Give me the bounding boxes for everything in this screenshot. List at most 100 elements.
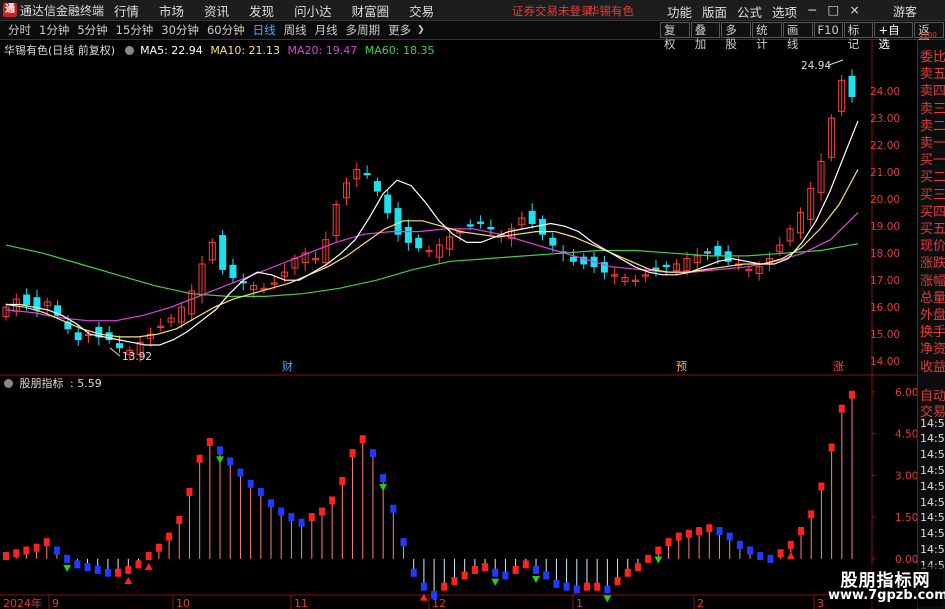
candle-down [415,237,423,249]
indicator-block-up [359,435,366,444]
stock-title: 华锡有色(日线 前复权) [4,44,116,57]
add-watchlist-button[interactable]: +自选 [874,22,914,51]
trade-login-status[interactable]: 证券交易未登录 [512,3,593,19]
indicator-block-up [461,571,468,580]
tab-multi-period[interactable]: 多周期 [342,22,385,38]
tab-60min[interactable]: 60分钟 [203,22,249,38]
indicator-block-down [84,563,91,572]
indicator-block-down [288,513,295,522]
tab-intraday[interactable]: 分时 [4,22,35,38]
indicator-block-up [206,437,213,446]
chart-area[interactable]: 24.0023.0022.0021.0020.0019.0018.0017.00… [0,40,917,609]
ma20-line [5,212,859,322]
chevron-right-icon[interactable]: ❯ [417,25,425,35]
tab-monthly[interactable]: 月线 [311,22,342,38]
low-price-label: 13.92 [122,351,152,363]
tab-30min[interactable]: 30分钟 [157,22,203,38]
indicator-block-down [543,571,550,580]
sell-arrow-icon [491,578,500,586]
indicator-block-down [53,546,60,555]
indicator-block-down [64,554,71,563]
indicator-block-up [145,552,152,561]
side-trade-3: 14:56 [920,432,945,446]
price-tick-label: 16.00 [870,302,900,314]
side-trade-10: 14:56 [920,543,945,556]
tab-5min[interactable]: 5分钟 [73,22,111,38]
guest-user[interactable]: 游客 [893,3,917,20]
indicator-block-down [716,527,723,536]
menu-market[interactable]: 市场 [149,1,194,20]
maximize-button[interactable]: □ [823,2,845,21]
indicator-block-up [349,449,356,458]
menu-layout[interactable]: 版面 [697,2,732,21]
menu-formula[interactable]: 公式 [732,2,767,21]
statistics-button[interactable]: 统计 [752,22,782,51]
menu-ask-xiaoda[interactable]: 问小达 [284,1,342,20]
buy-arrow-icon [144,563,153,571]
side-field-10: 买五 [920,222,945,237]
indicator-block-up [838,404,845,413]
indicator-block-up [818,482,825,491]
tab-weekly[interactable]: 周线 [280,22,311,38]
indicator-block-down [390,504,397,513]
candle-down [373,181,381,192]
right-menu: 功能 版面 公式 选项 − □ × [662,2,865,21]
indicator-block-up [696,527,703,536]
candle-down [569,256,577,262]
menu-options[interactable]: 选项 [767,2,802,21]
menu-news[interactable]: 资讯 [194,1,239,20]
indicator-block-down [247,479,254,488]
draw-line-button[interactable]: 画线 [782,22,813,51]
indicator-tick-label: 4.50 [895,429,917,441]
indicator-block-up [787,540,794,549]
menu-discover[interactable]: 发现 [239,1,284,20]
current-stock-name: 华锡有色 [588,4,634,18]
app-title: 通达信金融终端 [20,3,105,18]
forecast-marker: 预 [676,360,687,373]
indicator-block-down [767,554,774,563]
indicator-title: 股朋指标 [19,377,64,390]
f10-button[interactable]: F10 [813,22,843,38]
tab-more[interactable]: 更多 [384,22,415,38]
indicator-block-down [502,571,509,580]
minimize-button[interactable]: − [802,2,822,21]
high-price-pointer [828,59,844,66]
indicator-tick-label: 3.00 [895,470,917,482]
indicator-block-up [655,546,662,555]
price-tick-label: 19.00 [870,221,900,233]
price-tick-label: 17.00 [870,275,900,287]
tab-15min[interactable]: 15分钟 [112,22,158,38]
indicator-block-up [166,532,173,541]
close-button[interactable]: × [844,2,864,21]
finance-marker: 财 [282,359,293,373]
indicator-block-down [217,446,224,455]
sell-arrow-icon [654,556,663,564]
tab-daily[interactable]: 日线 [249,22,280,38]
side-field-0: 委比 [920,50,945,65]
menu-function[interactable]: 功能 [662,2,697,21]
adjust-button[interactable]: 复权 [660,22,690,51]
indicator-settings-icon[interactable] [4,379,13,388]
indicator-block-down [400,538,407,547]
menu-quotes[interactable]: 行情 [104,1,149,20]
app-logo[interactable]: 通 通达信金融终端 [0,2,104,19]
indicator-legend: 股朋指标 : 5.59 [4,375,102,391]
candle-down [384,194,392,214]
menu-trade[interactable]: 交易 [399,1,444,20]
moving-average-lines [5,120,859,346]
multi-stock-button[interactable]: 多股 [721,22,752,51]
indicator-block-down [573,585,580,594]
mark-button[interactable]: 标记 [843,22,874,51]
overlay-button[interactable]: 叠加 [690,22,721,51]
app-logo-icon: 通 [3,3,17,17]
time-label: 1 [576,597,583,609]
menu-wealth-circle[interactable]: 财富圈 [342,1,400,20]
price-tick-label: 22.00 [870,140,900,152]
indicator-block-up [645,554,652,563]
quote-side-panel: 委比 卖五 卖四 卖三 卖二 卖一 买一 买二 买三 买四 买五 现价 涨跌 涨幅 总量 外盘 换手 净资 收益 自动… [917,40,945,609]
tab-1min[interactable]: 1分钟 [35,22,73,38]
indicator-block-down [757,552,764,561]
indicator-block-down [104,568,111,577]
indicator-value: : 5.59 [70,377,102,390]
settings-circle-icon[interactable] [124,46,134,55]
